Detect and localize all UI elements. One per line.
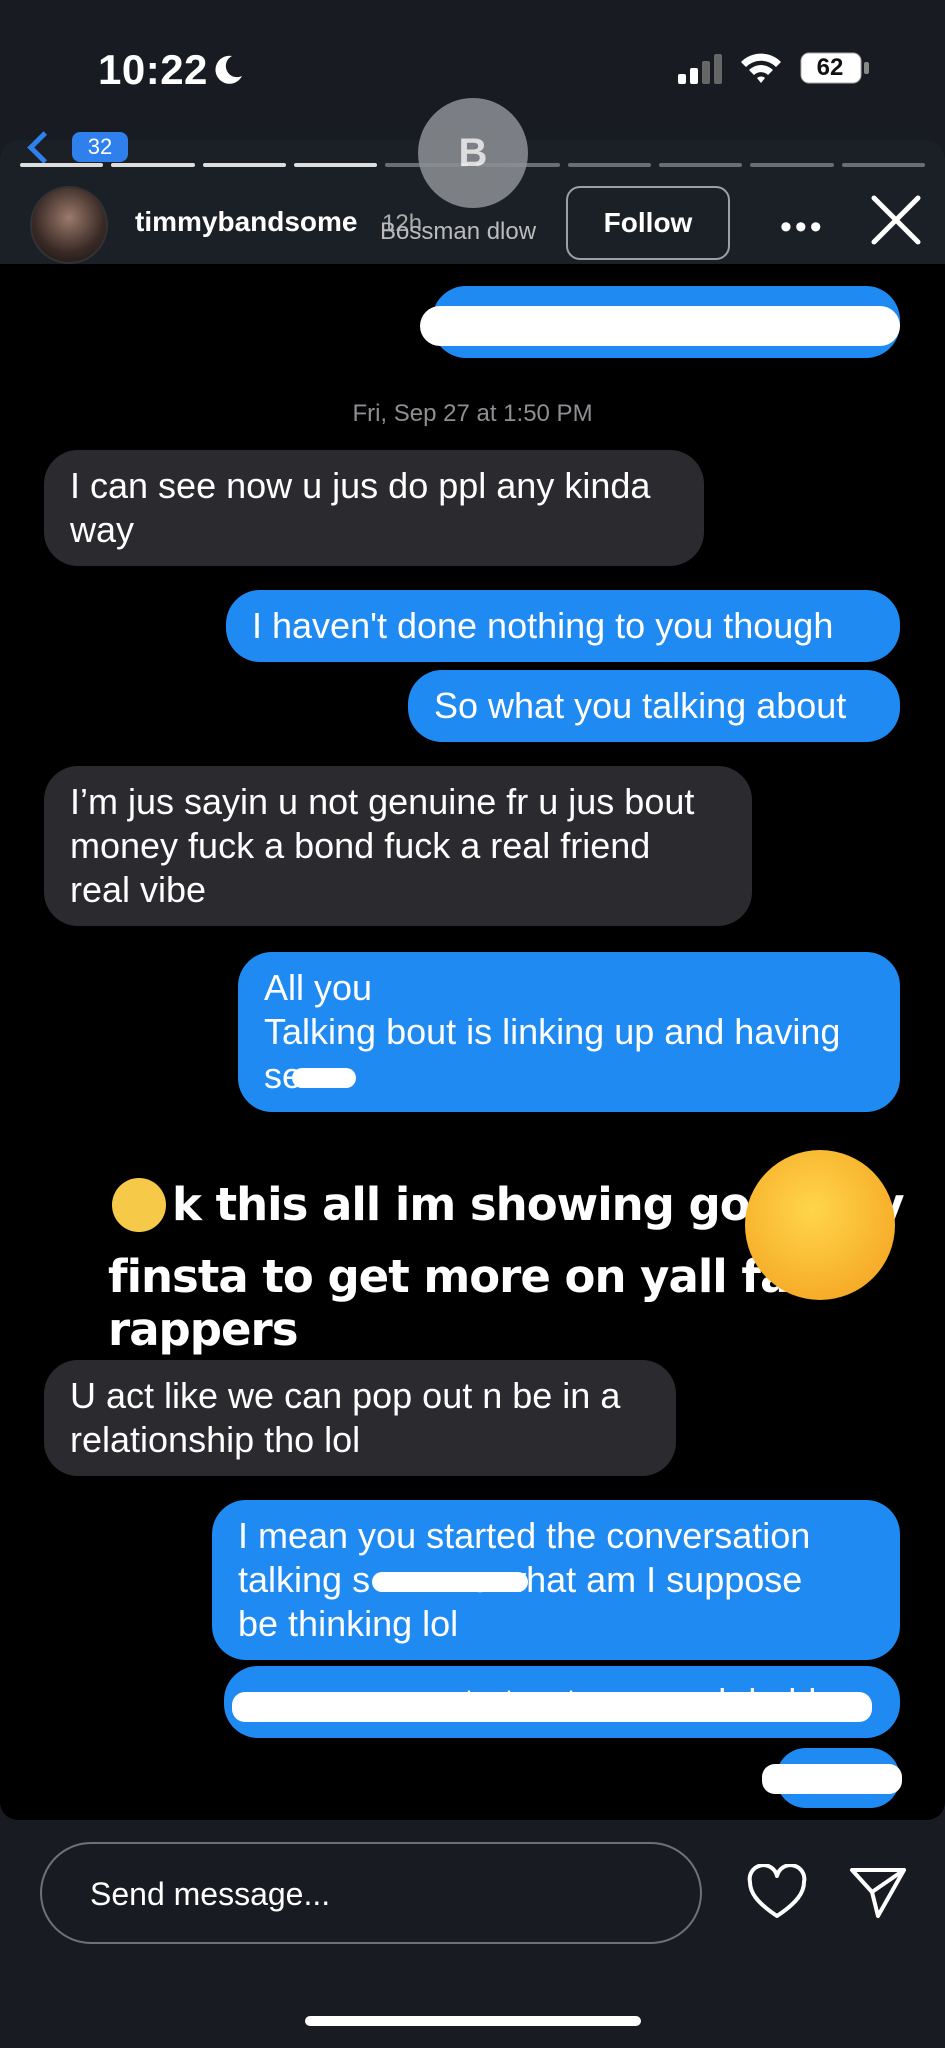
home-indicator[interactable] [305, 2016, 641, 2026]
progress-segment [202, 163, 286, 167]
heart-icon[interactable] [746, 1864, 808, 1922]
redaction-scribble [232, 1692, 872, 1722]
face-with-raised-eyebrow-emoji [745, 1150, 895, 1300]
thread-name: Bossman dlow [380, 218, 537, 245]
face-with-hand-over-mouth-emoji [112, 1178, 166, 1232]
progress-segment [20, 163, 104, 167]
progress-segment [659, 163, 743, 167]
signal-icon [678, 54, 722, 84]
battery-icon: 62 [800, 52, 872, 89]
wifi-icon [741, 53, 781, 83]
progress-segment [111, 163, 195, 167]
battery-level: 62 [816, 54, 844, 81]
message-received: I can see now u jus do ppl any kinda way [44, 450, 704, 566]
moon-icon [215, 55, 242, 84]
message-timestamp: Fri, Sep 27 at 1:50 PM [352, 400, 593, 427]
message-received: U act like we can pop out n be in a rela… [44, 1360, 676, 1476]
story-username[interactable]: timmybandsome [135, 206, 358, 238]
message-input[interactable] [88, 1870, 652, 1918]
message-sent: I mean you started the conversation talk… [212, 1500, 900, 1660]
status-time: 10:22 [98, 46, 208, 93]
message-composer[interactable] [40, 1842, 702, 1944]
message-received: I’m jus sayin u not genuine fr u jus bou… [44, 766, 752, 926]
message-sent: All you Talking bout is linking up and h… [238, 952, 900, 1112]
thread-avatar: B [418, 98, 528, 208]
send-icon[interactable] [848, 1864, 908, 1922]
unread-count-badge: 32 [72, 132, 128, 162]
redaction-scribble [420, 306, 900, 346]
progress-segment [293, 163, 378, 167]
avatar[interactable] [30, 186, 108, 264]
redaction-scribble [762, 1764, 902, 1794]
message-sent: I haven't done nothing to you though [226, 590, 900, 662]
progress-segment [567, 163, 652, 167]
redaction-scribble [292, 1068, 356, 1088]
follow-button[interactable]: Follow [566, 186, 730, 260]
close-icon[interactable] [868, 192, 924, 248]
message-sent: So what you talking about [408, 670, 900, 742]
more-icon[interactable]: ••• [780, 208, 825, 247]
progress-segment [841, 163, 925, 167]
redaction-scribble [372, 1572, 528, 1592]
progress-segment [750, 163, 834, 167]
